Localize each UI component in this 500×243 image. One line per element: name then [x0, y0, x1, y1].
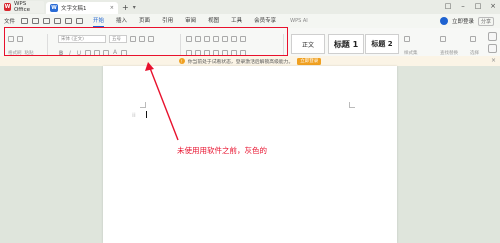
share-button[interactable]: 分享 — [477, 16, 494, 26]
layout-icon[interactable]: □ — [444, 2, 452, 10]
tab-label: 文字文稿1 — [61, 6, 87, 12]
style-heading-2[interactable]: 标题 2 — [365, 34, 399, 54]
menu-review[interactable]: 审阅 — [185, 14, 196, 28]
tab-wps-office[interactable]: W WPS Office — [0, 1, 44, 13]
file-menu[interactable]: 文件 — [4, 17, 15, 25]
collapse-ribbon-icon[interactable] — [488, 44, 497, 53]
margin-corner — [140, 102, 146, 108]
login-link[interactable]: 立即登录 — [452, 17, 474, 25]
settings-icon[interactable] — [488, 32, 497, 41]
annotation-text: 未使用用软件之前，灰色的 — [177, 146, 267, 155]
menu-bar: 文件 开始 插入 页面 引用 审阅 视图 工具 会员专享 WPS AI — [0, 14, 500, 28]
menu-tools[interactable]: 工具 — [231, 14, 242, 28]
find-replace-icon[interactable] — [440, 36, 446, 42]
account-area: 立即登录 分享 — [439, 14, 494, 28]
window-controls: □ – □ × — [444, 2, 497, 10]
tab-document[interactable]: W 文字文稿1 × — [46, 2, 118, 14]
preview-icon[interactable] — [54, 18, 62, 24]
menu-view[interactable]: 视图 — [208, 14, 219, 28]
menu-home[interactable]: 开始 — [93, 14, 105, 28]
avatar-icon[interactable] — [439, 17, 448, 25]
menu-page[interactable]: 页面 — [139, 14, 150, 28]
wps-logo-icon: W — [4, 3, 11, 11]
highlight-box — [4, 27, 288, 56]
style-set-icon[interactable] — [404, 36, 410, 42]
menu-member[interactable]: 会员专享 — [254, 14, 276, 28]
close-window-icon[interactable]: × — [489, 2, 497, 10]
undo-icon[interactable] — [65, 18, 73, 24]
wps-ai-button[interactable]: WPS AI — [290, 18, 308, 24]
minimize-icon[interactable]: – — [459, 2, 467, 10]
save-icon[interactable] — [21, 18, 29, 24]
redo-icon[interactable] — [76, 18, 84, 24]
close-icon[interactable]: × — [491, 57, 496, 64]
maximize-icon[interactable]: □ — [474, 2, 482, 10]
print-icon[interactable] — [43, 18, 51, 24]
drag-handle-icon[interactable]: ⁞⁞ — [132, 112, 136, 119]
open-icon[interactable] — [32, 18, 40, 24]
tab-label: WPS Office — [13, 1, 30, 13]
tab-list-icon[interactable]: ▾ — [133, 4, 136, 11]
activation-notice: ! 你当前处于试看状态，登录激活后解锁高级能力。 立即登录 × — [0, 56, 500, 66]
warning-icon: ! — [178, 58, 185, 64]
title-bar: W WPS Office W 文字文稿1 × + ▾ — [0, 0, 500, 14]
style-normal[interactable]: 正文 — [291, 34, 325, 54]
text-cursor — [146, 111, 147, 118]
menu-references[interactable]: 引用 — [162, 14, 173, 28]
notice-text: 你当前处于试看状态，登录激活后解锁高级能力。 — [187, 59, 294, 65]
select-icon[interactable] — [470, 36, 476, 42]
style-heading-1[interactable]: 标题 1 — [328, 34, 364, 54]
writer-doc-icon: W — [50, 4, 58, 12]
margin-corner — [349, 102, 355, 108]
new-tab-icon[interactable]: + — [122, 3, 129, 12]
menu-insert[interactable]: 插入 — [116, 14, 127, 28]
notice-login-button[interactable]: 立即登录 — [297, 57, 322, 65]
close-tab-icon[interactable]: × — [110, 5, 114, 11]
